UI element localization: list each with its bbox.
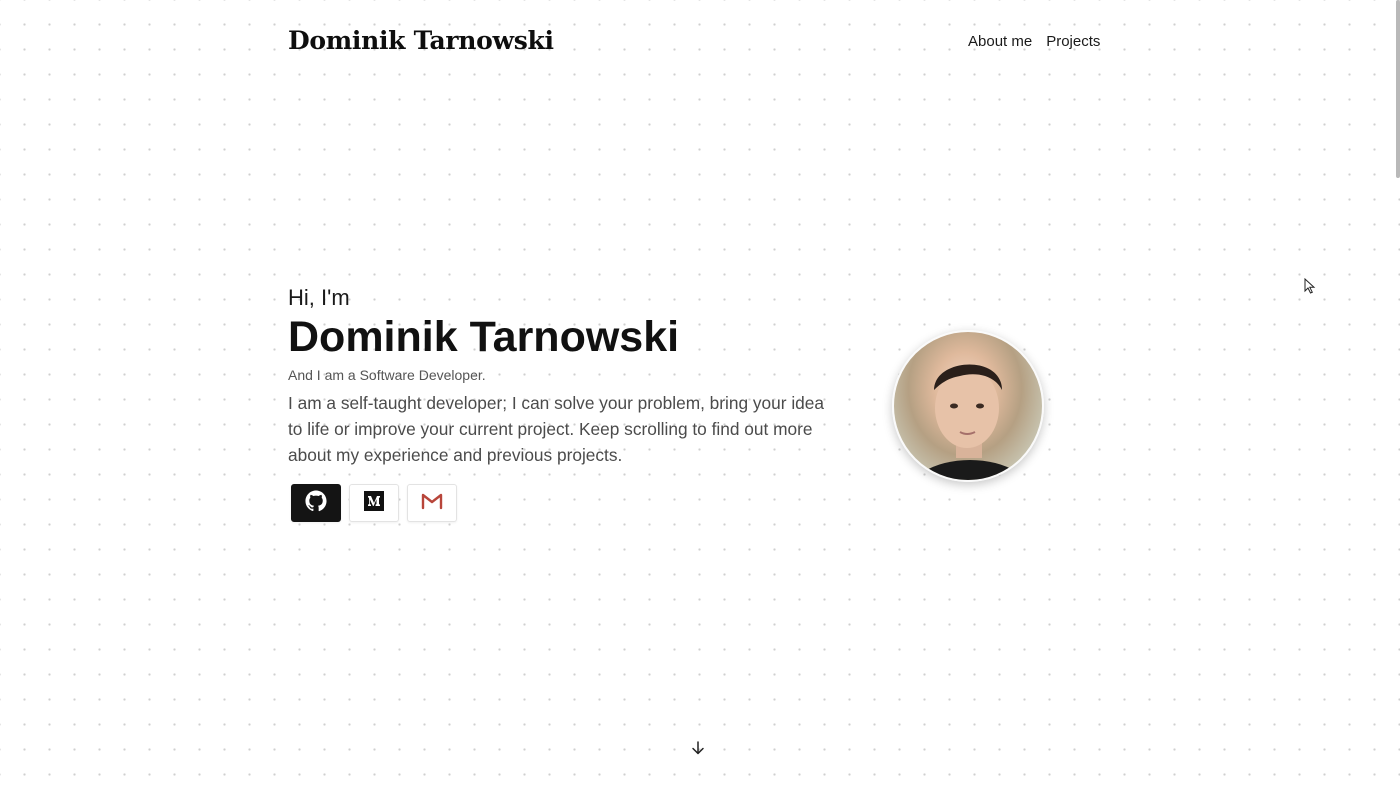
medium-button[interactable] <box>349 484 399 522</box>
page-scrollbar[interactable] <box>1396 0 1400 178</box>
medium-icon <box>364 490 384 516</box>
hero-section: Hi, I'm Dominik Tarnowski And I am a Sof… <box>288 284 848 522</box>
github-button[interactable] <box>291 484 341 522</box>
hero-name: Dominik Tarnowski <box>288 313 680 361</box>
scroll-down-icon[interactable] <box>690 740 706 761</box>
nav-link-projects[interactable]: Projects <box>1046 33 1100 50</box>
hero-bio: I am a self-taught developer; I can solv… <box>288 393 825 465</box>
hero-role: And I am a Software Developer. <box>288 367 486 383</box>
main-nav: About me Projects <box>968 33 1100 50</box>
site-logo[interactable]: Dominik Tarnowski <box>288 26 554 55</box>
mouse-cursor-icon <box>1304 277 1316 299</box>
profile-photo-illustration <box>912 364 1028 480</box>
gmail-button[interactable] <box>407 484 457 522</box>
gmail-icon <box>421 492 443 515</box>
hero-greeting: Hi, I'm <box>288 285 350 310</box>
social-links <box>291 484 848 522</box>
github-icon <box>305 489 327 517</box>
nav-link-about-me[interactable]: About me <box>968 33 1032 50</box>
profile-photo <box>892 330 1044 482</box>
